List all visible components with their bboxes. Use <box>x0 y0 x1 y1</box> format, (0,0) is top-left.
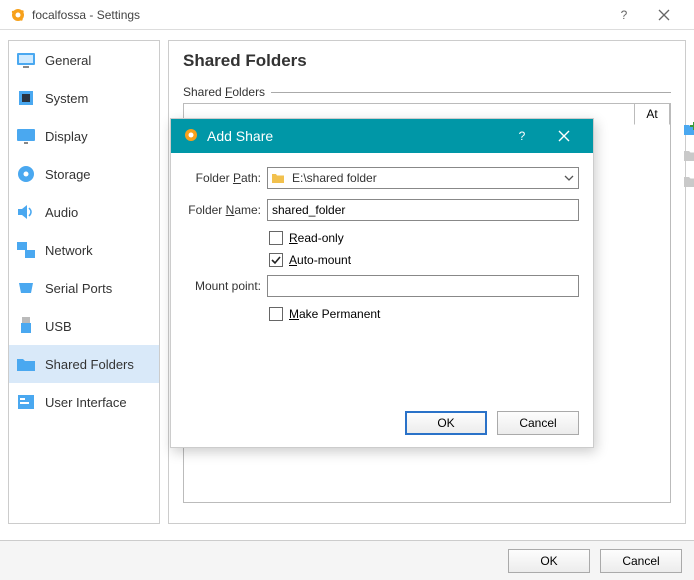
usb-icon <box>15 315 37 337</box>
permanent-label: Make Permanent <box>289 307 380 321</box>
app-icon <box>10 7 26 23</box>
help-button[interactable]: ? <box>604 1 644 29</box>
sidebar-item-general[interactable]: General <box>9 41 159 79</box>
window-title: focalfossa - Settings <box>32 8 604 22</box>
dialog-help-button[interactable]: ? <box>505 119 539 153</box>
edit-share-button[interactable] <box>682 146 694 164</box>
gear-icon <box>183 127 199 146</box>
dialog-cancel-button[interactable]: Cancel <box>497 411 579 435</box>
automount-label: Auto-mount <box>289 253 351 267</box>
display-icon <box>15 125 37 147</box>
settings-ok-button[interactable]: OK <box>508 549 590 573</box>
monitor-icon <box>15 49 37 71</box>
sidebar-item-serial-ports[interactable]: Serial Ports <box>9 269 159 307</box>
folder-path-dropdown[interactable]: E:\shared folder <box>267 167 579 189</box>
sidebar-item-shared-folders[interactable]: Shared Folders <box>9 345 159 383</box>
readonly-label: Read-only <box>289 231 344 245</box>
tab-at[interactable]: At <box>634 103 670 125</box>
folder-name-input[interactable] <box>267 199 579 221</box>
readonly-checkbox[interactable] <box>269 231 283 245</box>
disk-icon <box>15 163 37 185</box>
serial-icon <box>15 277 37 299</box>
folder-small-icon <box>268 171 288 185</box>
remove-share-button[interactable] <box>682 172 694 190</box>
sidebar-item-user-interface[interactable]: User Interface <box>9 383 159 421</box>
ui-icon <box>15 391 37 413</box>
page-title: Shared Folders <box>183 51 671 71</box>
folder-path-label: Folder Path: <box>185 171 261 185</box>
add-share-dialog: Add Share ? Folder Path: E:\shared folde… <box>170 118 594 448</box>
dialog-title: Add Share <box>207 128 497 144</box>
group-header: Shared Folders <box>183 85 671 99</box>
sidebar-item-network[interactable]: Network <box>9 231 159 269</box>
close-button[interactable] <box>644 1 684 29</box>
folder-actions <box>682 120 694 190</box>
mountpoint-label: Mount point: <box>185 279 261 293</box>
automount-checkbox[interactable] <box>269 253 283 267</box>
speaker-icon <box>15 201 37 223</box>
settings-sidebar: General System Display Storage Audio Net… <box>8 40 160 524</box>
permanent-checkbox[interactable] <box>269 307 283 321</box>
sidebar-item-audio[interactable]: Audio <box>9 193 159 231</box>
dialog-titlebar: Add Share ? <box>171 119 593 153</box>
settings-footer: OK Cancel <box>0 540 694 580</box>
chevron-down-icon <box>560 173 578 183</box>
add-share-button[interactable] <box>682 120 694 138</box>
sidebar-item-system[interactable]: System <box>9 79 159 117</box>
dialog-ok-button[interactable]: OK <box>405 411 487 435</box>
sidebar-item-usb[interactable]: USB <box>9 307 159 345</box>
sidebar-item-display[interactable]: Display <box>9 117 159 155</box>
window-titlebar: focalfossa - Settings ? <box>0 0 694 30</box>
folder-path-value: E:\shared folder <box>288 171 560 185</box>
settings-cancel-button[interactable]: Cancel <box>600 549 682 573</box>
folder-icon <box>15 353 37 375</box>
sidebar-item-storage[interactable]: Storage <box>9 155 159 193</box>
mountpoint-input[interactable] <box>267 275 579 297</box>
dialog-close-button[interactable] <box>547 119 581 153</box>
folder-name-label: Folder Name: <box>185 203 261 217</box>
network-icon <box>15 239 37 261</box>
chip-icon <box>15 87 37 109</box>
